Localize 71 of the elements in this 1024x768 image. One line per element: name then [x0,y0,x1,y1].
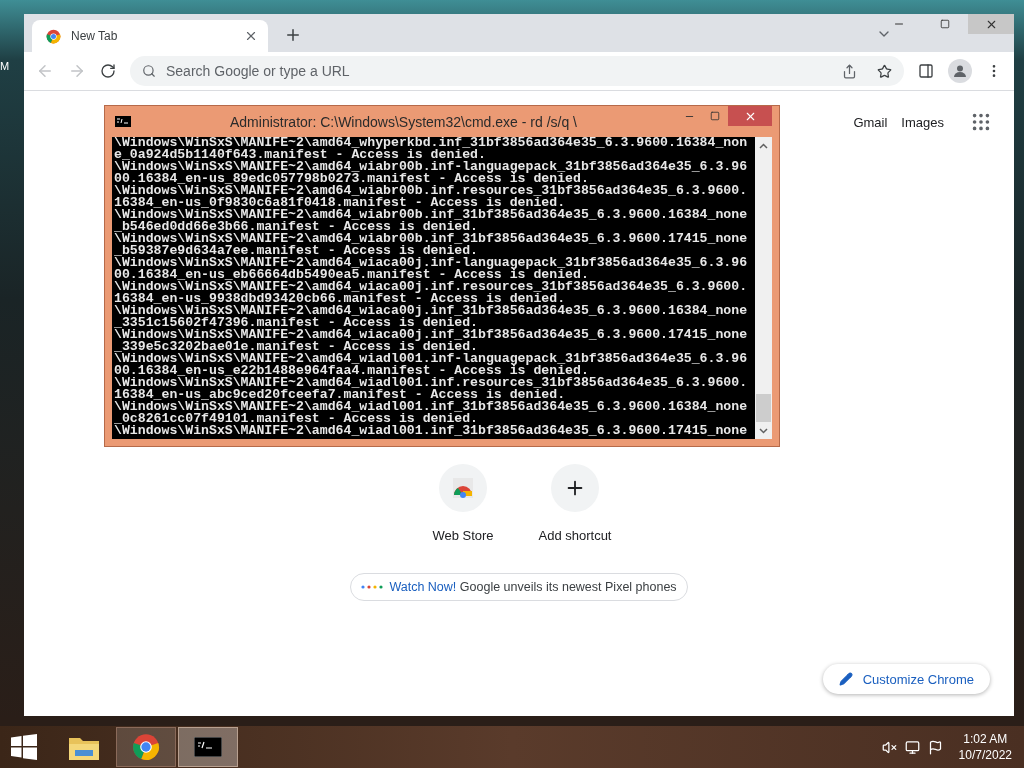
taskbar-app[interactable] [178,727,238,767]
header-link[interactable]: Images [901,114,944,130]
windows-logo-icon [11,734,37,760]
new-tab-icon[interactable] [284,26,302,44]
promo-text: Watch Now! Google unveils its newest Pixel phones [389,580,677,594]
side-panel-icon[interactable] [918,63,934,79]
clock-time: 1:02 AM [963,731,1008,747]
taskbar-app[interactable] [116,727,176,767]
scroll-down-icon[interactable] [759,428,768,434]
header-link[interactable]: Gmail [853,114,888,130]
scroll-up-icon[interactable] [759,143,768,149]
clock[interactable]: 1:02 AM 10/7/2022 [958,731,1012,763]
tab-title: New Tab [71,29,119,43]
console-line: \Windows\WinSxS\MANIFE~2\amd64_wiadl001.inf-languagepack_31bf3856ad364e35_6.3.96 [114,353,749,365]
search-field[interactable]: Search Google or type a URL [164,62,834,80]
search-icon [142,64,156,78]
customize-chrome-button[interactable]: Customize Chrome [822,664,990,694]
flag-icon[interactable] [927,739,943,755]
store-icon [452,477,474,499]
shortcut-tile[interactable]: Web Store [407,464,519,543]
console-line: \Windows\WinSxS\MANIFE~2\amd64_wiabr00b.inf_31bf3856ad364e35_6.3.9600.17415_none [114,233,749,245]
console-line: \Windows\WinSxS\MANIFE~2\amd64_wiadl001.inf.resources_31bf3856ad364e35_6.3.9600. [114,377,749,389]
console-line: \Windows\WinSxS\MANIFE~2\amd64_wiaca00j.inf.resources_31bf3856ad364e35_6.3.9600. [114,281,749,293]
desktop-icon-label: M [0,60,10,72]
console-line: 00.16384_en-us_eb66664db5490ea5.manifest - Access is denied. [114,269,589,281]
network-icon[interactable] [904,739,920,755]
chrome-logo-icon [46,28,61,44]
star-icon[interactable] [877,63,892,79]
watch-now-link[interactable]: Watch Now! [389,580,457,594]
chrome-logo-icon [132,733,160,761]
close-icon[interactable] [244,29,258,43]
console-line: \Windows\WinSxS\MANIFE~2\amd64_wiaca00j.inf_31bf3856ad364e35_6.3.9600.16384_none [114,305,749,317]
terminal-icon [194,737,222,757]
maximize-icon [940,19,950,29]
console-line: \Windows\WinSxS\MANIFE~2\amd64_wiaca00j.inf-languagepack_31bf3856ad364e35_6.3.96 [114,257,749,269]
console-line: 16384_en-us_abc9ced20fceefa7.manifest - Access is denied. [114,389,566,401]
profile-avatar[interactable] [948,59,972,83]
reload-icon[interactable] [100,63,116,79]
apps-grid-icon[interactable] [970,111,992,133]
console-line: _339e5c3202bae01e.manifest - Access is denied. [114,341,479,353]
console-line: e_0a924d5b1140f643.manifest - Access is denied. [114,149,486,161]
console-line: 16384_en-us_0f9830c6a81f0418.manifest - Access is denied. [114,197,566,209]
browser-tab[interactable]: New Tab [32,20,268,52]
console-line: \Windows\WinSxS\MANIFE~2\amd64_wiadl001.inf_31bf3856ad364e35_6.3.9600.16384_none [114,401,749,413]
console-line: _3351c15602f47396.manifest - Access is denied. [114,317,479,329]
console-line: \Windows\WinSxS\MANIFE~2\amd64_wiaca00j.inf_31bf3856ad364e35_6.3.9600.17415_none [114,329,749,341]
scrollbar[interactable] [755,137,772,439]
console-line: 16384_en-us_9938dbd93420cb66.manifest - Access is denied. [114,293,566,305]
console-line: _b59387e9d634a7ee.manifest - Access is denied. [114,245,479,257]
shortcut-label: Add shortcut [538,528,612,543]
maximize-icon [710,111,720,121]
shortcut-label: Web Store [432,528,494,543]
console-line: \Windows\WinSxS\MANIFE~2\amd64_wiabr00b.inf.resources_31bf3856ad364e35_6.3.9600. [114,185,749,197]
console-line: \Windows\WinSxS\MANIFE~2\amd64_whyperkbd.inf_31bf3856ad364e35_6.3.9600.16384_non [114,137,749,149]
terminal-icon [115,116,131,127]
muted-volume-icon[interactable] [881,739,897,755]
address-bar[interactable]: Search Google or type a URL [130,56,904,86]
share-icon[interactable] [842,63,857,79]
dots-icon [361,585,384,589]
console-line: \Windows\WinSxS\MANIFE~2\amd64_wiadl001.inf_31bf3856ad364e35_6.3.9600.17415_none [114,425,749,437]
console-line: 00.16384_en-us_89edc057798b0273.manifest - Access is denied. [114,173,589,185]
window-title: Administrator: C:\Windows\System32\cmd.exe - rd /s/q \ [229,113,578,130]
console-line: \Windows\WinSxS\MANIFE~2\amd64_wiabr00b.inf-languagepack_31bf3856ad364e35_6.3.96 [114,161,749,173]
scroll-thumb[interactable] [756,394,771,422]
console-line: 00.16384_en-us_e22b1488e964faa4.manifest - Access is denied. [114,365,589,377]
clock-date: 10/7/2022 [958,747,1012,763]
shortcut-tile[interactable]: Add shortcut [519,464,631,543]
pencil-icon [838,672,853,686]
console-line: _0c8261cc07f49101.manifest - Access is denied. [114,413,479,425]
console-line: _b546ed0dd66e3b66.manifest - Access is denied. [114,221,479,233]
console-line: \Windows\WinSxS\MANIFE~2\amd64_wiabr00b.inf_31bf3856ad364e35_6.3.9600.16384_none [114,209,749,221]
